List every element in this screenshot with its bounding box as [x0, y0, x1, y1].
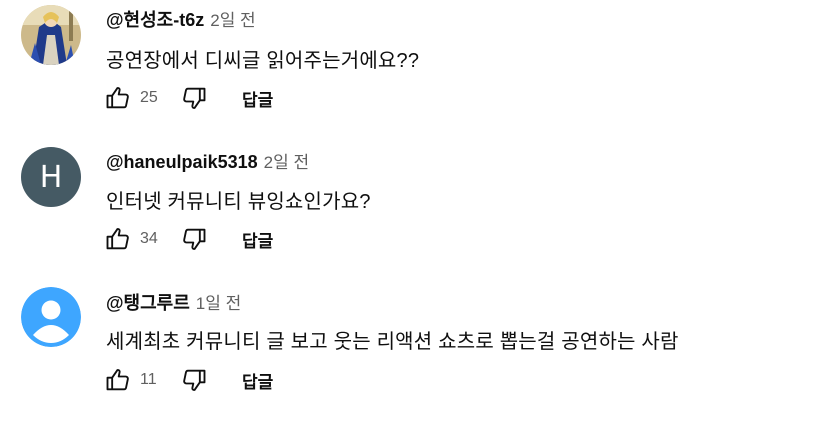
avatar[interactable]: H: [21, 147, 81, 207]
comment-author[interactable]: @탱그루르: [106, 289, 190, 315]
comment-item: H @haneulpaik5318 2일 전 인터넷 커뮤니티 뷰잉쇼인가요? …: [0, 142, 816, 282]
comment-author[interactable]: @현성조-t6z: [106, 6, 204, 32]
like-count: 11: [140, 371, 157, 388]
like-count: 34: [140, 230, 158, 247]
dislike-button[interactable]: [176, 362, 212, 398]
comment-time[interactable]: 2일 전: [210, 6, 255, 31]
thumbs-down-icon: [183, 228, 206, 250]
thumbs-down-icon: [183, 87, 206, 109]
dislike-button[interactable]: [176, 221, 212, 257]
like-count: 25: [140, 89, 158, 106]
comment-author[interactable]: @haneulpaik5318: [106, 152, 258, 173]
reply-button[interactable]: 답글: [242, 86, 273, 111]
like-button[interactable]: [100, 221, 136, 257]
comment-text: 인터넷 커뮤니티 뷰잉쇼인가요?: [106, 191, 371, 213]
avatar-image: [21, 5, 81, 65]
comment-item: @탱그루르 1일 전 세계최초 커뮤니티 글 보고 웃는 리액션 쇼츠로 뽑는걸…: [0, 283, 816, 423]
comment-text: 세계최초 커뮤니티 글 보고 웃는 리액션 쇼츠로 뽑는걸 공연하는 사람: [106, 331, 679, 353]
comment-text: 공연장에서 디씨글 읽어주는거에요??: [106, 50, 420, 72]
thumbs-up-icon: [106, 87, 129, 109]
comment-time[interactable]: 1일 전: [196, 289, 241, 314]
thumbs-up-icon: [106, 228, 129, 250]
reply-button[interactable]: 답글: [242, 227, 273, 252]
reply-button[interactable]: 답글: [242, 368, 273, 393]
comment-time[interactable]: 2일 전: [264, 148, 309, 173]
like-button[interactable]: [100, 362, 136, 398]
comment-item: @현성조-t6z 2일 전 공연장에서 디씨글 읽어주는거에요?? 25 답글: [0, 0, 816, 140]
default-user-avatar: [21, 287, 81, 347]
thumbs-down-icon: [183, 369, 206, 391]
dislike-button[interactable]: [176, 80, 212, 116]
thumbs-up-icon: [106, 369, 129, 391]
like-button[interactable]: [100, 80, 136, 116]
avatar[interactable]: [21, 287, 81, 347]
avatar[interactable]: [21, 5, 81, 65]
